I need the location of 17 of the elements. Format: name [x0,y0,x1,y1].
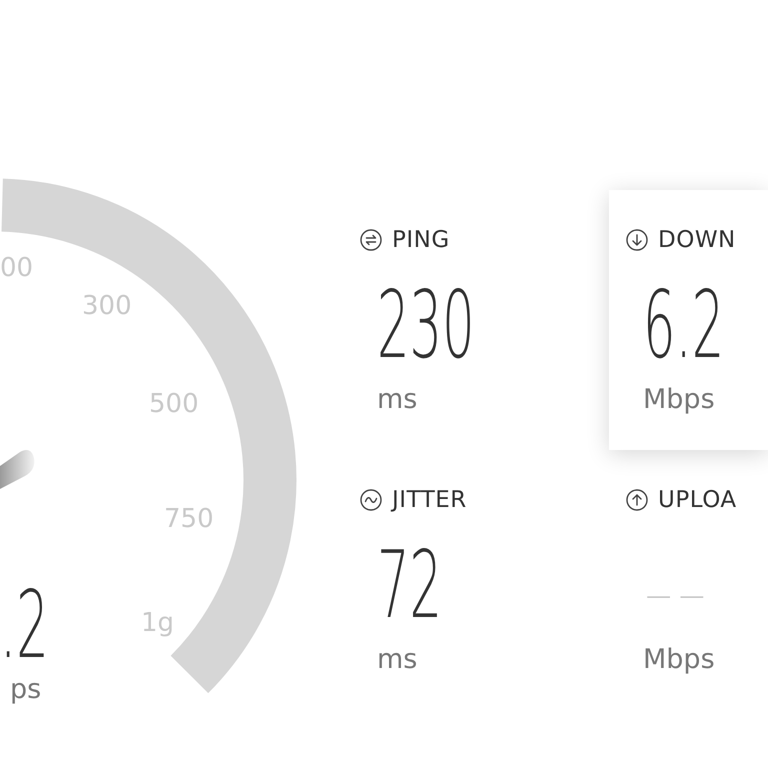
metric-unit: Mbps [643,644,715,676]
metric-value: — — [646,574,704,618]
metric-label: UPLOA [658,489,737,511]
metric-unit: Mbps [643,384,715,416]
metric-unit: ms [377,644,418,676]
metric-value: 72 [377,539,442,632]
speed-unit: ps [10,674,42,706]
swap-arrows-icon [360,229,382,251]
gauge-needle [0,450,34,489]
metric-unit: ms [377,384,418,416]
wave-icon [360,489,382,511]
metric-label: PING [392,229,450,251]
metric-value: 230 [377,279,475,372]
metric-label: JITTER [392,489,467,511]
metric-value: 6.2 [643,279,724,372]
metric-label: DOWN [658,229,736,251]
speed-value: .2 [0,579,49,672]
